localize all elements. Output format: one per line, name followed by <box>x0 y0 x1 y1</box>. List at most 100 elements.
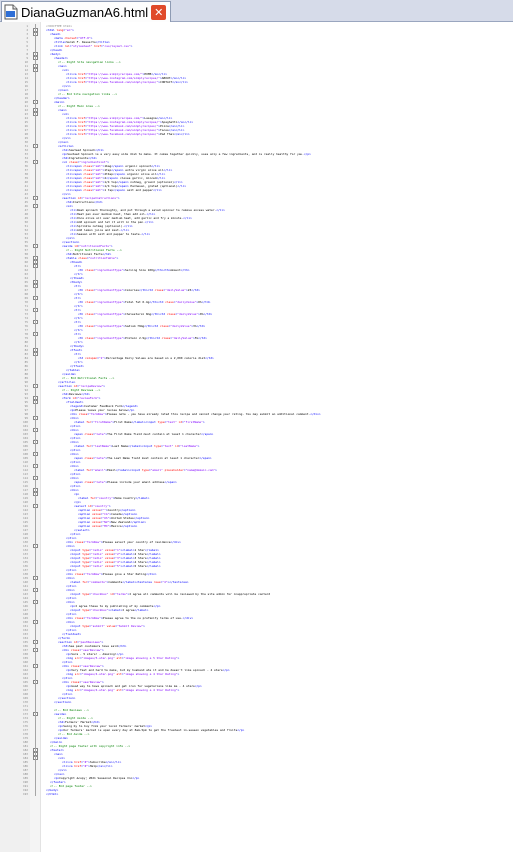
code-line: <th class="ingredientType">Sodium 79mg</… <box>78 324 205 328</box>
code-token: First Name <box>114 420 132 424</box>
code-token: class <box>161 336 171 340</box>
code-line: <label for="country">Home Country</label… <box>78 496 149 500</box>
code-token: "name@domain.com" <box>185 468 216 472</box>
file-tab[interactable]: DianaGuzmanA6.html ✕ <box>1 1 172 22</box>
code-token: "note" <box>94 480 106 484</box>
code-area[interactable]: <!DOCTYPE html> <html lang="en"> <head> <me… <box>42 22 513 852</box>
code-token: </li> <box>144 220 154 224</box>
code-token: Mexico <box>111 524 122 528</box>
code-token: value <box>104 564 114 568</box>
code-token: ></textarea> <box>167 580 189 584</box>
code-line: <label for="firstName">First Name</label… <box>74 420 205 424</box>
code-token: Comments <box>108 580 123 584</box>
code-token: </p> <box>303 152 311 156</box>
code-token: </a></li> <box>96 764 113 768</box>
code-token: class <box>84 312 94 316</box>
code-token: placeholder <box>164 468 184 472</box>
code-token: href <box>94 44 102 48</box>
code-token: "css/layout.css" <box>102 44 131 48</box>
code-line: <th class="ingredientType">Total fat 0.4… <box>78 300 210 304</box>
code-line: <div class="formRow">Please select your … <box>66 540 181 544</box>
code-line: <label for="lastName">Last Name</label><… <box>74 444 199 448</box>
code-token: "ingredientType" <box>95 336 124 340</box>
code-token: </td> <box>196 324 206 328</box>
code-token: The First Name field must contain at lea… <box>107 432 202 436</box>
code-token: 1 tsp <box>104 188 114 192</box>
tab-filename: DianaGuzmanA6.html <box>21 4 149 20</box>
code-token: </th><td <box>145 336 162 340</box>
code-token: Home Country <box>114 496 136 500</box>
code-token: "amt" <box>93 188 103 192</box>
code-token: </th><td <box>144 324 160 328</box>
code-token: "formRow" <box>85 572 101 576</box>
code-line: <img src="images/4-star.png" alt="image … <box>66 688 179 692</box>
code-token: Season with salt and pepper to taste. <box>76 232 142 236</box>
code-token: </td> <box>198 336 207 340</box>
code-line: <th class="ingredientType">Serving Size … <box>78 268 189 272</box>
code-token: class <box>84 456 94 460</box>
code-token: </label><input <box>115 468 142 472</box>
code-token: Instructions <box>72 200 94 204</box>
code-line: <li><a href="https://www.facebook.com/si… <box>66 80 188 84</box>
code-token: </label><input <box>131 420 158 424</box>
code-token: CONTACT <box>160 80 173 84</box>
code-token: "images/4-star.png" <box>81 672 115 676</box>
code-token: </h3> <box>117 644 127 648</box>
code-token: salt and pepper <box>125 188 154 192</box>
code-token: </span> <box>113 188 126 192</box>
code-line: <th class="ingredientType">Cholesterol 0… <box>78 312 212 316</box>
code-token: "image showing a 4 Star Rating" <box>123 672 178 676</box>
code-token: </label><input <box>128 444 155 448</box>
code-token: "note" <box>94 432 106 436</box>
code-token: Please note - you have already rated thi… <box>106 412 311 416</box>
code-token: > <box>130 44 133 48</box>
code-token: Please include your email address <box>107 480 165 484</box>
code-token: </th><td <box>138 288 155 292</box>
fold-guide-line <box>35 24 36 796</box>
code-token: > <box>117 196 120 200</box>
code-token: </p> <box>132 776 140 780</box>
code-token: </div> <box>146 572 157 576</box>
code-token: class <box>84 432 94 436</box>
code-token: "dailyValue" <box>165 288 186 292</box>
code-token: "text" <box>162 444 174 448</box>
code-token: class <box>84 268 94 272</box>
code-token: </option> <box>121 524 138 528</box>
code-token: "checkbox" <box>90 592 109 596</box>
code-token: Protein 2.9g <box>125 336 146 340</box>
code-token: "images/4-star.png" <box>81 688 115 692</box>
code-token: value <box>106 624 116 628</box>
code-token: Last Name <box>112 444 128 448</box>
code-token: ><label> <box>108 608 123 612</box>
code-token: "ingredientType" <box>95 268 124 272</box>
code-line: <div class="formRow">Please give a Star … <box>66 572 157 576</box>
code-token: "image showing a 4 Star Rating" <box>123 688 178 692</box>
code-token: </li> <box>183 216 192 220</box>
code-token: "note" <box>94 456 106 460</box>
code-editor[interactable]: 1 2 3 4 5 6 7 8 9 10 11 12 13 14 15 16 17 18 19 20 21 22 23 24 2… <box>0 22 513 852</box>
tab-bar: DianaGuzmanA6.html ✕ <box>0 0 513 22</box>
code-token: colspan <box>84 356 98 360</box>
code-token: 5 Stars <box>134 564 147 568</box>
code-token: Our farmers' market is open every day at… <box>63 728 238 732</box>
code-token: </p> <box>222 668 230 672</box>
close-icon[interactable]: ✕ <box>151 4 167 20</box>
code-line: <li>Season with salt and pepper to taste… <box>70 232 150 236</box>
code-token: Please give a Star Rating <box>102 572 147 576</box>
html-file-icon <box>4 4 18 20</box>
code-token: Serving Size 100g <box>125 268 155 272</box>
code-token: Pad Thai <box>160 132 174 136</box>
code-line: <span class="note">The Last Name field m… <box>74 456 212 460</box>
code-token: "lastName" <box>180 444 198 448</box>
code-line: <link rel="stylesheet" href="css/layout.… <box>54 44 132 48</box>
code-token: Percentage Daily Values are based on a 2… <box>105 356 206 360</box>
code-token: "nutritionTable" <box>88 256 117 260</box>
code-token: "formRow" <box>89 412 105 416</box>
code-line: <input type="submit" value="Submit Revie… <box>70 624 145 628</box>
code-line: </html> <box>46 792 58 796</box>
code-token: </div> <box>310 412 321 416</box>
code-token: > <box>215 468 217 472</box>
code-token: "radio" <box>90 564 104 568</box>
code-line: <div class="formRow">Please note - you h… <box>70 412 321 416</box>
code-line: <img src="images/4-star.png" alt="image … <box>66 672 179 676</box>
